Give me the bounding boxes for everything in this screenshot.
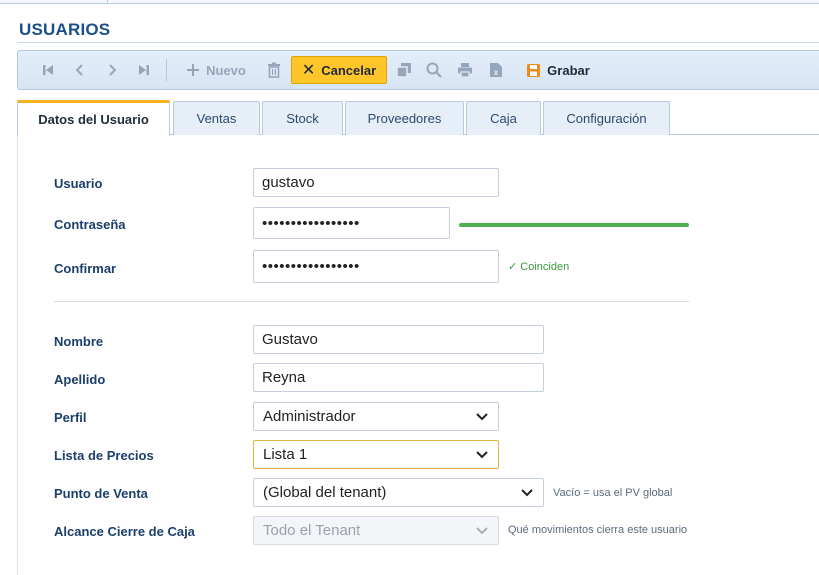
tab-stock[interactable]: Stock xyxy=(262,101,343,135)
lista-precios-select[interactable]: Lista 1 xyxy=(253,440,499,469)
cancelar-label: Cancelar xyxy=(321,62,377,78)
delete-button[interactable] xyxy=(262,51,286,89)
export-excel-button[interactable]: x xyxy=(484,51,508,89)
page-title: USUARIOS xyxy=(19,20,111,39)
trash-icon xyxy=(268,62,280,78)
search-icon xyxy=(426,62,442,78)
svg-text:x: x xyxy=(494,68,499,77)
prev-record-icon xyxy=(75,64,83,76)
password-match-status: ✓ Coinciden xyxy=(508,261,570,273)
window-tab-edge xyxy=(0,0,108,4)
chevron-down-icon xyxy=(476,413,488,421)
chevron-down-icon xyxy=(521,489,533,497)
copy-button[interactable] xyxy=(392,51,416,89)
form-divider xyxy=(54,301,689,302)
panel-border xyxy=(17,135,18,575)
cancelar-button[interactable]: ✕ Cancelar xyxy=(291,56,387,84)
tab-configuracion[interactable]: Configuración xyxy=(543,101,670,135)
chevron-down-icon xyxy=(476,451,488,459)
tab-datos-del-usuario[interactable]: Datos del Usuario xyxy=(17,100,170,136)
alcance-cierre-select[interactable]: Todo el Tenant xyxy=(253,516,499,545)
tab-caja[interactable]: Caja xyxy=(466,101,541,135)
excel-icon: x xyxy=(490,63,502,77)
apellido-input[interactable]: Reyna xyxy=(253,363,544,392)
toolbar: Nuevo ✕ Cancelar x Grabar xyxy=(17,50,819,90)
lista-precios-label: Lista de Precios xyxy=(54,448,154,463)
alcance-cierre-value: Todo el Tenant xyxy=(263,522,361,539)
perfil-select[interactable]: Administrador xyxy=(253,402,499,431)
password-strength-bar xyxy=(459,223,689,227)
prev-record-button[interactable] xyxy=(68,51,92,89)
usuario-label: Usuario xyxy=(54,176,103,191)
tab-proveedores[interactable]: Proveedores xyxy=(345,101,464,135)
first-record-icon xyxy=(43,65,53,75)
alcance-cierre-hint: Qué movimientos cierra este usuario xyxy=(508,524,688,536)
close-icon: ✕ xyxy=(301,62,316,79)
title-divider xyxy=(17,42,819,43)
chevron-down-icon xyxy=(476,527,488,535)
grabar-button[interactable]: Grabar xyxy=(518,51,598,89)
search-button[interactable] xyxy=(422,51,446,89)
contrasena-input[interactable]: ••••••••••••••••• xyxy=(253,207,450,239)
tab-ventas[interactable]: Ventas xyxy=(173,101,260,135)
last-record-icon xyxy=(139,65,149,75)
confirmar-input[interactable]: ••••••••••••••••• xyxy=(253,250,499,283)
punto-venta-value: (Global del tenant) xyxy=(263,484,387,501)
contrasena-label: Contraseña xyxy=(54,217,126,232)
print-button[interactable] xyxy=(453,51,477,89)
apellido-label: Apellido xyxy=(54,372,106,387)
nombre-label: Nombre xyxy=(54,334,104,349)
usuario-input[interactable]: gustavo xyxy=(253,168,499,197)
toolbar-separator xyxy=(166,59,167,81)
nuevo-label: Nuevo xyxy=(206,62,246,78)
save-icon xyxy=(527,63,541,77)
nuevo-button[interactable]: Nuevo xyxy=(181,51,251,89)
plus-icon xyxy=(187,64,200,76)
window-top-strip xyxy=(0,0,819,4)
confirmar-label: Confirmar xyxy=(54,261,117,276)
punto-venta-hint: Vacío = usa el PV global xyxy=(553,487,673,499)
next-record-icon xyxy=(109,64,117,76)
punto-venta-label: Punto de Venta xyxy=(54,486,148,501)
copy-icon xyxy=(396,63,411,78)
last-record-button[interactable] xyxy=(132,51,156,89)
punto-venta-select[interactable]: (Global del tenant) xyxy=(253,478,544,507)
first-record-button[interactable] xyxy=(36,51,60,89)
perfil-value: Administrador xyxy=(263,408,356,425)
grabar-label: Grabar xyxy=(547,62,590,78)
lista-precios-value: Lista 1 xyxy=(263,446,308,463)
next-record-button[interactable] xyxy=(100,51,124,89)
alcance-cierre-label: Alcance Cierre de Caja xyxy=(54,524,195,539)
nombre-input[interactable]: Gustavo xyxy=(253,325,544,354)
print-icon xyxy=(458,63,472,78)
perfil-label: Perfil xyxy=(54,410,87,425)
